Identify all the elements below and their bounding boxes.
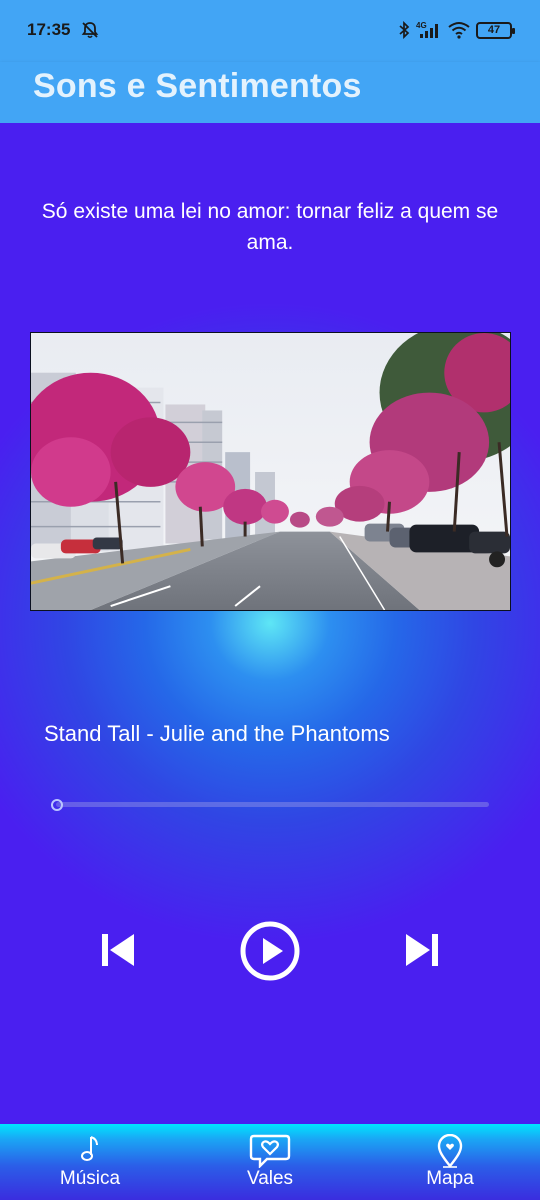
music-note-icon	[79, 1134, 101, 1167]
previous-button[interactable]	[98, 931, 138, 969]
street-photo	[30, 332, 511, 611]
nav-label-mapa: Mapa	[426, 1168, 474, 1189]
next-button[interactable]	[402, 931, 442, 969]
seek-thumb[interactable]	[51, 799, 63, 811]
battery-icon: 47	[476, 21, 515, 39]
nav-item-musica[interactable]: Música	[0, 1124, 180, 1200]
play-button[interactable]	[239, 920, 301, 982]
status-time: 17:35	[27, 20, 71, 39]
mute-icon	[80, 20, 100, 40]
signal-icon: 4G	[416, 21, 442, 39]
nav-item-vales[interactable]: Vales	[180, 1124, 360, 1200]
nav-item-mapa[interactable]: Mapa	[360, 1124, 540, 1200]
next-icon	[406, 934, 438, 966]
bottom-navigation: Música Vales Mapa	[0, 1124, 540, 1200]
seek-bar[interactable]	[56, 802, 489, 807]
song-title: Stand Tall - Julie and the Phantoms	[44, 721, 390, 746]
love-quote: Só existe uma lei no amor: tornar feliz …	[41, 200, 499, 254]
nav-label-musica: Música	[59, 1168, 121, 1189]
page-title: Sons e Sentimentos	[33, 67, 362, 105]
nav-label-vales: Vales	[246, 1168, 294, 1189]
app-bar: Sons e Sentimentos	[0, 62, 540, 123]
previous-icon	[102, 934, 134, 966]
bluetooth-icon	[398, 21, 410, 39]
network-type-label: 4G	[416, 21, 427, 30]
player-screen: Só existe uma lei no amor: tornar feliz …	[0, 123, 540, 1124]
play-icon	[240, 921, 300, 981]
status-bar: 17:35 4G 47	[0, 0, 540, 62]
wifi-icon	[448, 21, 470, 39]
status-icons: 4G 47	[398, 19, 515, 41]
